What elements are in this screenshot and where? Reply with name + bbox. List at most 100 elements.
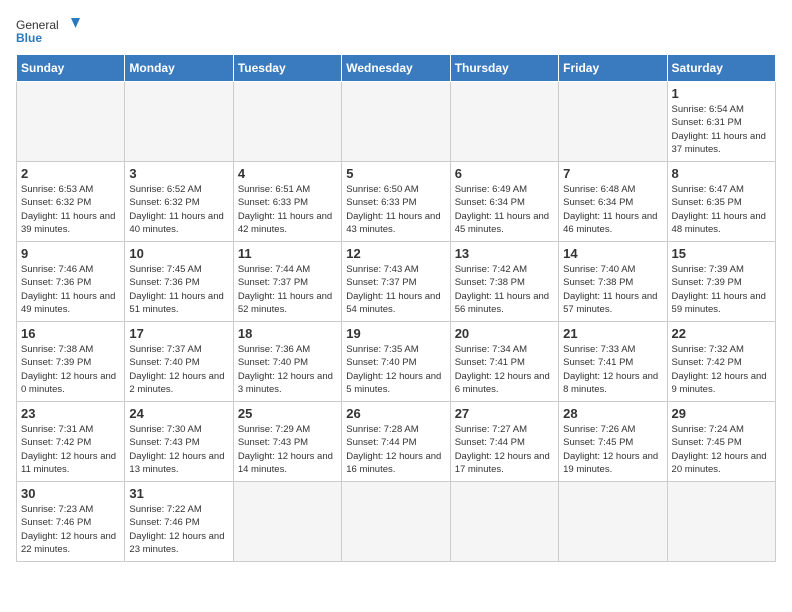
day-number: 17 [129, 326, 228, 341]
day-number: 3 [129, 166, 228, 181]
week-row-1: 2Sunrise: 6:53 AMSunset: 6:32 PMDaylight… [17, 162, 776, 242]
day-number: 12 [346, 246, 445, 261]
day-info: Sunrise: 7:28 AMSunset: 7:44 PMDaylight:… [346, 423, 445, 476]
day-info: Sunrise: 7:36 AMSunset: 7:40 PMDaylight:… [238, 343, 337, 396]
day-info: Sunrise: 7:32 AMSunset: 7:42 PMDaylight:… [672, 343, 771, 396]
page-header: GeneralBlue [16, 16, 776, 46]
day-cell [233, 482, 341, 562]
day-cell [667, 482, 775, 562]
day-number: 9 [21, 246, 120, 261]
day-info: Sunrise: 6:53 AMSunset: 6:32 PMDaylight:… [21, 183, 120, 236]
day-cell: 4 Sunrise: 6:51 AMSunset: 6:33 PMDaylight… [233, 162, 341, 242]
day-number: 28 [563, 406, 662, 421]
day-number: 30 [21, 486, 120, 501]
day-cell: 21 Sunrise: 7:33 AMSunset: 7:41 PMDayligh… [559, 322, 667, 402]
day-cell: 8 Sunrise: 6:47 AMSunset: 6:35 PMDaylight… [667, 162, 775, 242]
svg-text:Blue: Blue [16, 31, 42, 45]
day-number: 21 [563, 326, 662, 341]
day-number: 23 [21, 406, 120, 421]
day-info: Sunrise: 7:43 AMSunset: 7:37 PMDaylight:… [346, 263, 445, 316]
day-number: 8 [672, 166, 771, 181]
day-number: 11 [238, 246, 337, 261]
day-cell: 7 Sunrise: 6:48 AMSunset: 6:34 PMDaylight… [559, 162, 667, 242]
day-info: Sunrise: 6:54 AMSunset: 6:31 PMDaylight:… [672, 103, 771, 156]
day-number: 22 [672, 326, 771, 341]
day-cell: 15 Sunrise: 7:39 AMSunset: 7:39 PMDayligh… [667, 242, 775, 322]
day-number: 14 [563, 246, 662, 261]
day-number: 1 [672, 86, 771, 101]
day-cell: 27 Sunrise: 7:27 AMSunset: 7:44 PMDayligh… [450, 402, 558, 482]
day-info: Sunrise: 6:50 AMSunset: 6:33 PMDaylight:… [346, 183, 445, 236]
day-header-saturday: Saturday [667, 55, 775, 82]
day-number: 5 [346, 166, 445, 181]
day-info: Sunrise: 7:37 AMSunset: 7:40 PMDaylight:… [129, 343, 228, 396]
day-cell: 23 Sunrise: 7:31 AMSunset: 7:42 PMDayligh… [17, 402, 125, 482]
calendar-body: 1 Sunrise: 6:54 AMSunset: 6:31 PMDaylight… [17, 82, 776, 562]
day-number: 19 [346, 326, 445, 341]
day-number: 4 [238, 166, 337, 181]
day-cell: 9 Sunrise: 7:46 AMSunset: 7:36 PMDaylight… [17, 242, 125, 322]
day-cell [559, 482, 667, 562]
day-cell: 1 Sunrise: 6:54 AMSunset: 6:31 PMDaylight… [667, 82, 775, 162]
logo: GeneralBlue [16, 16, 86, 46]
week-row-0: 1 Sunrise: 6:54 AMSunset: 6:31 PMDaylight… [17, 82, 776, 162]
day-cell: 6 Sunrise: 6:49 AMSunset: 6:34 PMDaylight… [450, 162, 558, 242]
day-cell: 12 Sunrise: 7:43 AMSunset: 7:37 PMDayligh… [342, 242, 450, 322]
day-header-monday: Monday [125, 55, 233, 82]
days-header-row: SundayMondayTuesdayWednesdayThursdayFrid… [17, 55, 776, 82]
day-info: Sunrise: 7:31 AMSunset: 7:42 PMDaylight:… [21, 423, 120, 476]
day-info: Sunrise: 7:42 AMSunset: 7:38 PMDaylight:… [455, 263, 554, 316]
day-number: 26 [346, 406, 445, 421]
day-number: 15 [672, 246, 771, 261]
day-cell: 24Sunrise: 7:30 AMSunset: 7:43 PMDayligh… [125, 402, 233, 482]
day-header-thursday: Thursday [450, 55, 558, 82]
day-cell [450, 82, 558, 162]
day-number: 6 [455, 166, 554, 181]
day-info: Sunrise: 7:34 AMSunset: 7:41 PMDaylight:… [455, 343, 554, 396]
day-number: 25 [238, 406, 337, 421]
day-info: Sunrise: 6:47 AMSunset: 6:35 PMDaylight:… [672, 183, 771, 236]
day-cell [559, 82, 667, 162]
day-cell: 28Sunrise: 7:26 AMSunset: 7:45 PMDayligh… [559, 402, 667, 482]
day-cell: 13Sunrise: 7:42 AMSunset: 7:38 PMDayligh… [450, 242, 558, 322]
day-cell [233, 82, 341, 162]
day-info: Sunrise: 7:45 AMSunset: 7:36 PMDaylight:… [129, 263, 228, 316]
day-info: Sunrise: 6:51 AMSunset: 6:33 PMDaylight:… [238, 183, 337, 236]
day-info: Sunrise: 7:40 AMSunset: 7:38 PMDaylight:… [563, 263, 662, 316]
calendar-table: SundayMondayTuesdayWednesdayThursdayFrid… [16, 54, 776, 562]
day-header-friday: Friday [559, 55, 667, 82]
day-info: Sunrise: 7:46 AMSunset: 7:36 PMDaylight:… [21, 263, 120, 316]
week-row-5: 30 Sunrise: 7:23 AMSunset: 7:46 PMDayligh… [17, 482, 776, 562]
day-info: Sunrise: 6:48 AMSunset: 6:34 PMDaylight:… [563, 183, 662, 236]
week-row-3: 16Sunrise: 7:38 AMSunset: 7:39 PMDayligh… [17, 322, 776, 402]
svg-text:General: General [16, 18, 59, 32]
day-info: Sunrise: 7:27 AMSunset: 7:44 PMDaylight:… [455, 423, 554, 476]
day-cell: 3Sunrise: 6:52 AMSunset: 6:32 PMDaylight… [125, 162, 233, 242]
day-cell: 30 Sunrise: 7:23 AMSunset: 7:46 PMDayligh… [17, 482, 125, 562]
day-cell: 25 Sunrise: 7:29 AMSunset: 7:43 PMDayligh… [233, 402, 341, 482]
day-info: Sunrise: 6:49 AMSunset: 6:34 PMDaylight:… [455, 183, 554, 236]
day-info: Sunrise: 7:39 AMSunset: 7:39 PMDaylight:… [672, 263, 771, 316]
day-cell: 5 Sunrise: 6:50 AMSunset: 6:33 PMDaylight… [342, 162, 450, 242]
day-number: 27 [455, 406, 554, 421]
day-info: Sunrise: 7:35 AMSunset: 7:40 PMDaylight:… [346, 343, 445, 396]
logo-svg: GeneralBlue [16, 16, 86, 46]
day-cell: 26 Sunrise: 7:28 AMSunset: 7:44 PMDayligh… [342, 402, 450, 482]
day-info: Sunrise: 7:29 AMSunset: 7:43 PMDaylight:… [238, 423, 337, 476]
day-info: Sunrise: 7:22 AMSunset: 7:46 PMDaylight:… [129, 503, 228, 556]
day-info: Sunrise: 7:24 AMSunset: 7:45 PMDaylight:… [672, 423, 771, 476]
day-cell [342, 482, 450, 562]
day-cell: 16Sunrise: 7:38 AMSunset: 7:39 PMDayligh… [17, 322, 125, 402]
day-cell: 20 Sunrise: 7:34 AMSunset: 7:41 PMDayligh… [450, 322, 558, 402]
day-cell [450, 482, 558, 562]
day-info: Sunrise: 7:23 AMSunset: 7:46 PMDaylight:… [21, 503, 120, 556]
day-number: 24 [129, 406, 228, 421]
day-cell: 19 Sunrise: 7:35 AMSunset: 7:40 PMDayligh… [342, 322, 450, 402]
day-info: Sunrise: 7:38 AMSunset: 7:39 PMDaylight:… [21, 343, 120, 396]
day-cell [17, 82, 125, 162]
week-row-2: 9 Sunrise: 7:46 AMSunset: 7:36 PMDaylight… [17, 242, 776, 322]
day-cell: 14 Sunrise: 7:40 AMSunset: 7:38 PMDayligh… [559, 242, 667, 322]
day-number: 7 [563, 166, 662, 181]
day-number: 20 [455, 326, 554, 341]
day-info: Sunrise: 7:33 AMSunset: 7:41 PMDaylight:… [563, 343, 662, 396]
